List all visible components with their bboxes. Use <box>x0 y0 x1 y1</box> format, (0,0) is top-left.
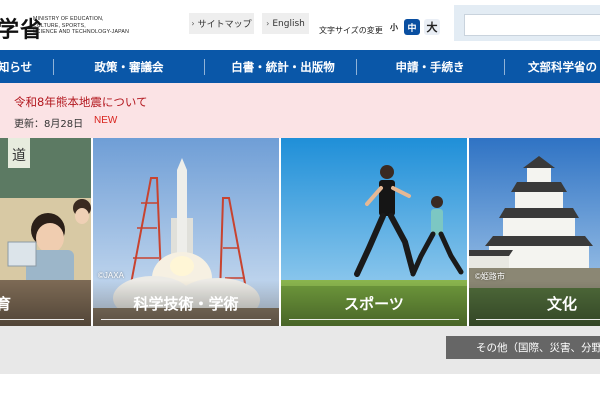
logo-english-line: SCIENCE AND TECHNOLOGY-JAPAN <box>33 29 130 36</box>
nav-divider <box>53 59 54 75</box>
tile-science[interactable]: ©JAXA 科学技術・学術 <box>93 138 279 326</box>
nav-item-publications[interactable]: 白書・統計・出版物 <box>210 50 356 83</box>
tile-underline <box>101 319 271 320</box>
font-size-label: 文字サイズの変更 <box>319 26 383 35</box>
notice-title-link[interactable]: 令和8年熊本地震について <box>14 94 147 110</box>
tile-underline <box>476 319 600 320</box>
tile-underline <box>289 319 459 320</box>
notice-banner: 令和8年熊本地震について 更新：8月28日 NEW <box>0 83 600 138</box>
font-size-medium-button[interactable]: 中 <box>404 19 420 35</box>
tile-education[interactable]: 道 育 <box>0 138 91 326</box>
global-nav: 知らせ 政策・審議会 白書・統計・出版物 申請・手続き 文部科学省の <box>0 50 600 83</box>
category-tiles: 道 育 ©JAXA 科学技術・学術 スポーツ ©姫路市 文化 <box>0 138 600 326</box>
notice-updated-date: 更新：8月28日 <box>14 119 84 130</box>
search-area <box>454 5 600 41</box>
chevron-right-icon: › <box>191 19 195 28</box>
tile-label: 科学技術・学術 <box>133 294 239 313</box>
sitemap-label: サイトマップ <box>197 20 252 30</box>
photo-credit: ©JAXA <box>98 271 124 280</box>
logo-english[interactable]: MINISTRY OF EDUCATION, CULTURE, SPORTS, … <box>33 16 133 36</box>
other-categories-button[interactable]: その他（国際、災害、分野横断 <box>446 336 600 359</box>
logo-english-line: MINISTRY OF EDUCATION, <box>33 16 104 22</box>
chevron-right-icon: › <box>266 19 270 28</box>
tile-sports[interactable]: スポーツ <box>281 138 467 326</box>
other-categories-band: その他（国際、災害、分野横断 <box>0 326 600 374</box>
tile-underline <box>0 319 84 320</box>
nav-item-news[interactable]: 知らせ <box>0 50 36 83</box>
svg-text:道: 道 <box>12 148 26 164</box>
nav-divider <box>204 59 205 75</box>
search-input[interactable] <box>464 13 600 36</box>
tile-label: 育 <box>0 294 12 313</box>
font-size-large-button[interactable]: 大 <box>424 19 440 35</box>
english-button[interactable]: › English <box>262 13 309 34</box>
logo-english-line: CULTURE, SPORTS, <box>33 22 86 29</box>
nav-item-applications[interactable]: 申請・手続き <box>362 50 498 83</box>
tile-label: 文化 <box>547 294 578 313</box>
nav-item-policy[interactable]: 政策・審議会 <box>60 50 198 83</box>
nav-divider <box>356 59 357 75</box>
new-badge: NEW <box>94 115 118 126</box>
sitemap-button[interactable]: › サイトマップ <box>189 13 254 34</box>
nav-divider <box>504 59 505 75</box>
tile-label: スポーツ <box>344 294 404 313</box>
nav-item-about[interactable]: 文部科学省の <box>528 50 600 83</box>
tile-culture[interactable]: ©姫路市 文化 <box>469 138 600 326</box>
font-size-small-button[interactable]: 小 <box>386 19 402 35</box>
site-header: 学省 MINISTRY OF EDUCATION, CULTURE, SPORT… <box>0 0 600 50</box>
english-label: English <box>272 18 305 29</box>
